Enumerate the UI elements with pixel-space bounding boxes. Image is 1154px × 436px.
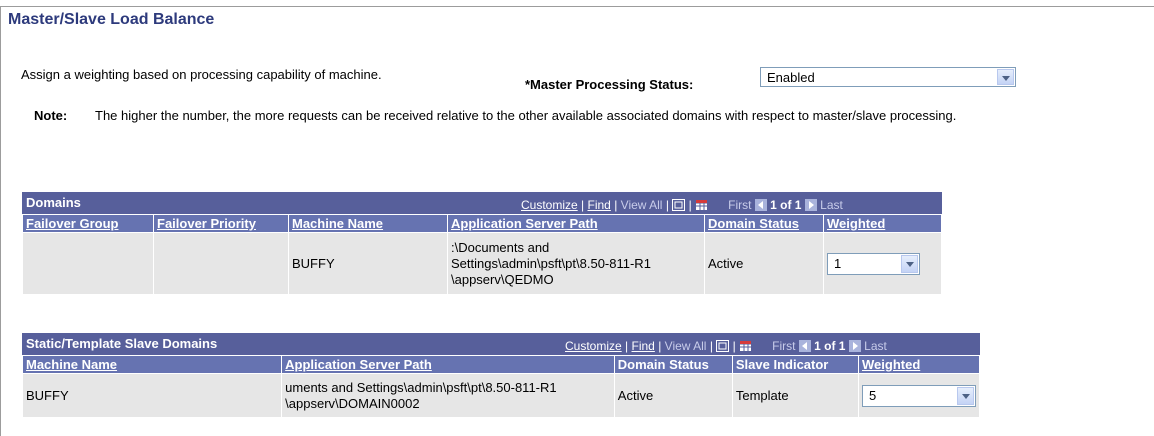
domains-first-label: First [728,198,752,212]
col-application-server-path[interactable]: Application Server Path [447,214,705,233]
static-domains-grid-nav: Customize | Find | View All | | First 1 … [565,339,887,353]
new-window-icon[interactable] [672,199,686,211]
static-find-link[interactable]: Find [632,339,655,353]
weighted-select[interactable]: 1 [827,252,920,275]
weighted-value: 1 [834,255,842,271]
machine-name-cell: BUFFY [288,232,448,295]
weighted-select[interactable]: 5 [862,384,976,407]
domains-view-all: View All [620,198,663,212]
domains-find-link[interactable]: Find [588,198,611,212]
path-line: Settings\admin\psft\pt\8.50-811-R1 [451,255,651,271]
application-server-path-cell: uments and Settings\admin\psft\pt\8.50-8… [281,373,615,418]
domain-status-cell: Active [704,232,824,295]
col-weighted[interactable]: Weighted [823,214,942,233]
domains-grid-header: Domains Customize | Find | View All | | … [22,192,942,214]
note-label: Note: [34,108,68,123]
weighted-cell: 5 [858,373,980,418]
page-frame-left [0,6,1,436]
static-range: 1 of 1 [814,339,846,353]
download-grid-icon[interactable] [695,199,708,211]
failover-group-cell [22,232,154,295]
slave-indicator-cell: Template [731,373,860,418]
page-frame-top [0,6,1154,7]
path-line: \appserv\QEDMO [451,271,554,287]
static-last-label: Last [864,339,887,353]
master-processing-status-label: *Master Processing Status: [525,77,694,92]
machine-name-cell: BUFFY [21,373,283,418]
domains-last-label: Last [820,198,843,212]
table-row: BUFFY :\Documents and Settings\admin\psf… [22,232,942,295]
static-view-all: View All [664,339,707,353]
intro-text: Assign a weighting based on processing c… [21,67,382,82]
download-grid-icon[interactable] [739,340,752,352]
weighted-cell: 1 [823,232,942,295]
master-processing-status-select[interactable]: Enabled [760,67,1016,87]
nav-separator: | [688,198,692,212]
nav-separator: | [732,339,736,353]
table-header-row: Failover Group Failover Priority Machine… [22,214,942,233]
path-line: \appserv\DOMAIN0002 [285,395,420,411]
nav-separator: | [665,198,669,212]
col-failover-priority[interactable]: Failover Priority [153,214,289,233]
chevron-down-icon[interactable] [901,254,918,273]
col-slave-indicator: Slave Indicator [731,355,860,374]
static-first-label: First [772,339,796,353]
col-failover-group[interactable]: Failover Group [22,214,154,233]
table-header-row: Machine Name Application Server Path Dom… [21,355,980,374]
nav-separator: | [614,198,618,212]
nav-separator: | [709,339,713,353]
col-machine-name[interactable]: Machine Name [288,214,448,233]
static-domains-grid-header: Static/Template Slave Domains Customize … [22,333,980,355]
previous-arrow-icon[interactable] [798,340,811,352]
static-domains-table: Machine Name Application Server Path Dom… [21,355,980,418]
path-line: :\Documents and [451,239,550,255]
static-customize-link[interactable]: Customize [565,339,622,353]
col-application-server-path[interactable]: Application Server Path [281,355,615,374]
col-domain-status: Domain Status [613,355,733,374]
chevron-down-icon[interactable] [957,386,974,405]
application-server-path-cell: :\Documents and Settings\admin\psft\pt\8… [447,232,705,295]
master-processing-status-value: Enabled [767,70,815,85]
note-text: The higher the number, the more requests… [95,108,957,123]
domains-grid-nav: Customize | Find | View All | | First 1 … [521,198,843,212]
col-weighted[interactable]: Weighted [858,355,980,374]
nav-separator: | [581,198,585,212]
domains-grid-title: Domains [26,195,81,210]
weighted-value: 5 [869,387,877,403]
domains-table: Failover Group Failover Priority Machine… [22,214,942,295]
failover-priority-cell [153,232,289,295]
next-arrow-icon[interactable] [804,199,817,211]
col-machine-name[interactable]: Machine Name [21,355,283,374]
nav-separator: | [658,339,662,353]
col-domain-status[interactable]: Domain Status [704,214,824,233]
path-line: uments and Settings\admin\psft\pt\8.50-8… [285,379,557,395]
domain-status-cell: Active [613,373,733,418]
page-title: Master/Slave Load Balance [8,11,215,28]
table-row: BUFFY uments and Settings\admin\psft\pt\… [21,373,980,418]
chevron-down-icon[interactable] [997,69,1014,85]
next-arrow-icon[interactable] [848,340,861,352]
previous-arrow-icon[interactable] [754,199,767,211]
new-window-icon[interactable] [716,340,730,352]
domains-range: 1 of 1 [770,198,802,212]
static-domains-grid-title: Static/Template Slave Domains [26,336,218,351]
domains-customize-link[interactable]: Customize [521,198,578,212]
nav-separator: | [625,339,629,353]
